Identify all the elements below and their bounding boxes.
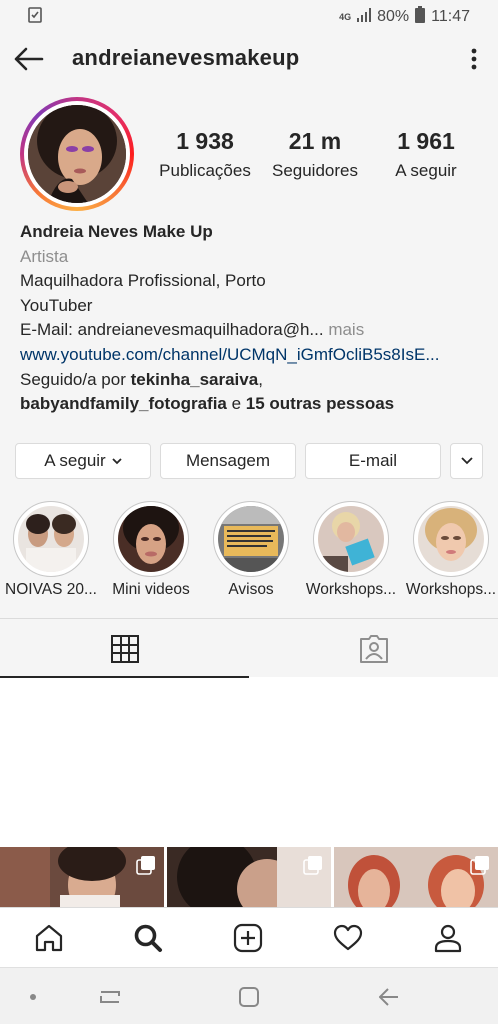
followed-by-others[interactable]: 15 outras pessoas [246,394,394,413]
post-thumbnail[interactable] [334,847,498,909]
android-navigation-bar [0,967,498,1024]
highlight-cover-image [118,506,184,572]
followed-by-line[interactable]: Seguido/a por tekinha_saraiva, [20,368,485,393]
highlight-cover-image [218,506,284,572]
back-button-icon[interactable] [376,984,402,1010]
back-arrow-icon[interactable] [12,44,46,74]
tagged-icon [359,634,389,664]
battery-icon [415,6,426,28]
profile-tabs [0,618,498,678]
signal-icon [357,7,372,27]
download-notification-icon [28,7,42,28]
bio-more-link[interactable]: mais [324,320,364,339]
chevron-down-icon [112,457,122,465]
network-type: 4G [339,11,352,22]
bio-line: YouTuber [20,295,93,315]
profile-category: Artista [20,246,69,266]
message-button-label: Mensagem [185,451,271,470]
followers-label: Seguidores [271,161,358,180]
dot-icon[interactable] [20,984,46,1010]
profile-header: andreianevesmakeup [0,32,498,86]
bio-line: Maquilhadora Profissional, Porto [20,271,266,291]
home-icon[interactable] [31,920,67,956]
highlight-label: Mini videos [112,581,190,598]
stat-posts[interactable]: 1 938 Publicações [150,128,260,181]
battery-percent: 80% [377,8,410,25]
tab-grid[interactable] [0,619,249,678]
highlight-item[interactable]: NOIVAS 20... [2,501,100,599]
followers-count: 21 m [288,128,342,154]
stat-followers[interactable]: 21 m Seguidores [262,128,368,181]
home-button-icon[interactable] [236,984,262,1010]
email-button[interactable]: E-mail [305,443,441,479]
chevron-down-icon [460,457,473,465]
posts-label: Publicações [159,161,251,180]
add-icon[interactable] [230,920,266,956]
following-button-label: A seguir [44,451,106,470]
active-tab-indicator [0,676,249,678]
multiple-photos-icon [136,855,156,875]
followed-by-and: e [226,394,246,414]
highlight-item[interactable]: Mini videos [102,501,200,599]
following-count: 1 961 [397,128,455,154]
grid-icon [110,634,139,663]
highlight-label: Avisos [228,581,274,598]
profile-section: 1 938 Publicações 21 m Seguidores 1 961 … [0,86,498,618]
story-highlights: NOIVAS 20... Mini videos Avisos Workshop… [0,501,498,611]
avatar-story-ring[interactable] [20,97,134,211]
recent-apps-icon[interactable] [97,984,123,1010]
highlight-label: Workshops... [305,581,397,598]
highlight-item[interactable]: Avisos [202,501,300,599]
profile-actions: A seguir Mensagem E-mail [15,443,483,479]
followed-by-prefix: Seguido/a por [20,369,131,389]
highlight-cover-image [418,506,484,572]
avatar [28,105,126,203]
post-grid [0,847,498,909]
highlight-label: Workshops... [405,581,497,598]
following-label: A seguir [395,161,457,180]
multiple-photos-icon [303,855,323,875]
email-button-label: E-mail [348,451,398,470]
following-button[interactable]: A seguir [15,443,151,479]
bio-email-line: E-Mail: andreianevesmaquilhadora@h... ma… [20,318,485,343]
highlight-item[interactable]: Workshops... [402,501,498,599]
followed-by-user[interactable]: tekinha_saraiva [131,370,259,389]
post-thumbnail[interactable] [0,847,164,909]
clock: 11:47 [431,8,470,25]
more-vertical-icon[interactable] [464,45,484,73]
multiple-photos-icon [470,855,490,875]
bio-email-text: E-Mail: andreianevesmaquilhadora@h... [20,320,324,340]
highlight-label: NOIVAS 20... [5,581,97,598]
posts-count: 1 938 [176,128,234,154]
post-thumbnail[interactable] [167,847,331,909]
followed-by-separator: , [258,369,263,389]
highlight-cover-image [18,506,84,572]
stat-following[interactable]: 1 961 A seguir [380,128,472,181]
heart-icon[interactable] [330,920,366,956]
bottom-navigation [0,907,498,967]
message-button[interactable]: Mensagem [160,443,296,479]
followed-by-user[interactable]: babyandfamily_fotografia [20,394,227,413]
profile-bio: Andreia Neves Make Up Artista Maquilhado… [20,220,485,417]
profile-icon[interactable] [430,920,466,956]
profile-username: andreianevesmakeup [72,45,300,70]
tab-tagged[interactable] [249,619,498,678]
website-link[interactable]: www.youtube.com/channel/UCMqN_iGmfOcliB5… [20,343,485,368]
status-bar: 4G 80% 11:47 [0,0,498,32]
suggestions-toggle-button[interactable] [450,443,483,479]
profile-display-name: Andreia Neves Make Up [20,222,213,241]
search-icon[interactable] [130,920,166,956]
highlight-cover-image [318,506,384,572]
highlight-item[interactable]: Workshops... [302,501,400,599]
followed-by-line-2[interactable]: babyandfamily_fotografia e 15 outras pes… [20,392,485,417]
